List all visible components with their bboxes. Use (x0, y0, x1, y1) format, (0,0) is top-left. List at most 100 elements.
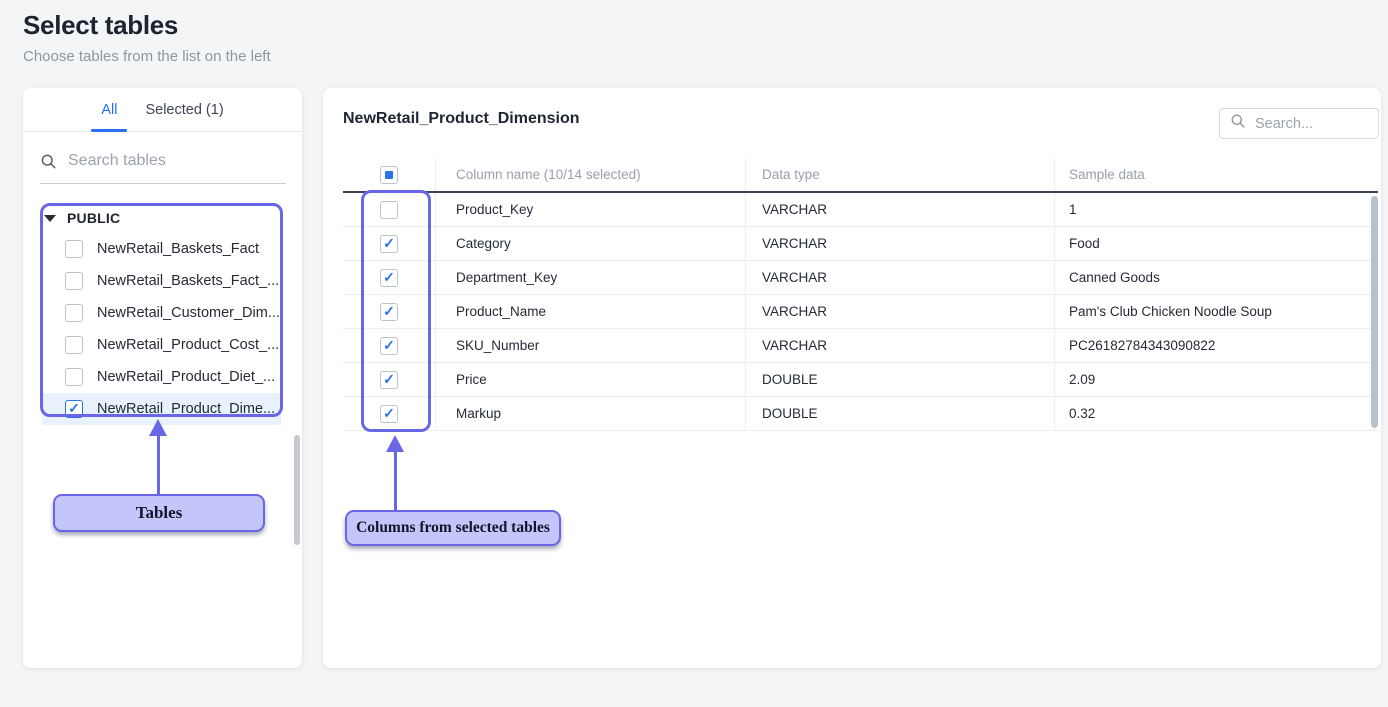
columns-annotation-arrow-line (394, 451, 397, 510)
column-row: ✓ Category VARCHAR Food (343, 227, 1378, 261)
column-row: ✓ Department_Key VARCHAR Canned Goods (343, 261, 1378, 295)
schema-row[interactable]: PUBLIC (23, 203, 302, 233)
column-sample-cell: Canned Goods (1054, 261, 1378, 294)
column-checkbox-cell: ✓ (343, 329, 435, 362)
column-name-cell: Product_Name (435, 295, 745, 328)
tables-annotation-text: Tables (136, 503, 183, 523)
columns-annotation-text: Columns from selected tables (356, 519, 550, 537)
table-checkbox[interactable]: ✓ (65, 304, 83, 322)
columns-table-scrollbar[interactable] (1371, 196, 1378, 428)
column-checkbox-cell: ✓ (343, 193, 435, 226)
tables-annotation-label: Tables (53, 494, 265, 532)
column-checkbox-cell: ✓ (343, 295, 435, 328)
column-name-cell: Category (435, 227, 745, 260)
caret-down-icon[interactable] (44, 215, 56, 222)
columns-table-body: ✓ Product_Key VARCHAR 1 ✓ Category VARCH… (343, 193, 1378, 431)
column-name-cell: Price (435, 363, 745, 396)
column-type-cell: VARCHAR (745, 193, 1054, 226)
column-name-cell: Product_Key (435, 193, 745, 226)
tables-tree: PUBLIC ✓ NewRetail_Baskets_Fact ✓ NewRet… (23, 203, 302, 425)
column-row: ✓ Price DOUBLE 2.09 (343, 363, 1378, 397)
column-checkbox[interactable]: ✓ (380, 371, 398, 389)
table-list-item[interactable]: ✓ NewRetail_Baskets_Fact_... (23, 265, 302, 297)
search-columns-placeholder: Search... (1255, 116, 1313, 132)
table-name: NewRetail_Baskets_Fact_... (97, 273, 279, 289)
columns-table-header: Column name (10/14 selected) Data type S… (343, 158, 1378, 193)
table-list-item[interactable]: ✓ NewRetail_Customer_Dim... (23, 297, 302, 329)
column-checkbox[interactable]: ✓ (380, 303, 398, 321)
column-sample-cell: 2.09 (1054, 363, 1378, 396)
column-row: ✓ SKU_Number VARCHAR PC26182784343090822 (343, 329, 1378, 363)
selected-table-title: NewRetail_Product_Dimension (343, 110, 580, 128)
tab-selected-label: Selected (1) (145, 102, 223, 118)
search-tables-input[interactable]: Search tables (40, 145, 286, 184)
table-checkbox[interactable]: ✓ (65, 272, 83, 290)
search-icon (40, 153, 57, 170)
table-checkbox[interactable]: ✓ (65, 240, 83, 258)
column-type-cell: VARCHAR (745, 329, 1054, 362)
column-row: ✓ Product_Name VARCHAR Pam's Club Chicke… (343, 295, 1378, 329)
column-type-cell: VARCHAR (745, 227, 1054, 260)
table-name: NewRetail_Product_Diet_... (97, 369, 275, 385)
tab-all-label: All (101, 102, 117, 118)
column-checkbox-cell: ✓ (343, 397, 435, 430)
page-header: Select tables Choose tables from the lis… (23, 10, 271, 65)
table-list-item[interactable]: ✓ NewRetail_Product_Cost_... (23, 329, 302, 361)
tab-all[interactable]: All (91, 88, 127, 131)
column-checkbox-cell: ✓ (343, 363, 435, 396)
schema-name: PUBLIC (67, 210, 120, 226)
column-row: ✓ Markup DOUBLE 0.32 (343, 397, 1378, 431)
columns-table: Column name (10/14 selected) Data type S… (343, 158, 1378, 431)
column-checkbox-cell: ✓ (343, 261, 435, 294)
columns-annotation-arrowhead-icon (386, 435, 404, 452)
column-checkbox[interactable]: ✓ (380, 337, 398, 355)
column-type-cell: VARCHAR (745, 261, 1054, 294)
column-checkbox-cell: ✓ (343, 227, 435, 260)
check-icon: ✓ (68, 401, 80, 415)
table-checkbox[interactable]: ✓ (65, 400, 83, 418)
check-icon: ✓ (383, 304, 395, 318)
columns-annotation-label: Columns from selected tables (345, 510, 561, 546)
tables-panel-tabs: All Selected (1) (23, 88, 302, 132)
tables-list: ✓ NewRetail_Baskets_Fact ✓ NewRetail_Bas… (23, 233, 302, 425)
check-icon: ✓ (383, 338, 395, 352)
tables-panel-scrollbar[interactable] (294, 435, 300, 545)
table-checkbox[interactable]: ✓ (65, 368, 83, 386)
columns-panel: NewRetail_Product_Dimension Search... Co… (323, 88, 1381, 668)
column-checkbox[interactable]: ✓ (380, 235, 398, 253)
column-sample-cell: Pam's Club Chicken Noodle Soup (1054, 295, 1378, 328)
column-sample-cell: PC26182784343090822 (1054, 329, 1378, 362)
header-checkbox-cell (343, 158, 435, 191)
tables-annotation-arrow-line (157, 435, 160, 494)
table-checkbox[interactable]: ✓ (65, 336, 83, 354)
table-name: NewRetail_Product_Cost_... (97, 337, 279, 353)
tables-panel: All Selected (1) Search tables PUBLIC ✓ … (23, 88, 302, 668)
column-type-cell: DOUBLE (745, 397, 1054, 430)
column-sample-cell: Food (1054, 227, 1378, 260)
column-sample-cell: 0.32 (1054, 397, 1378, 430)
column-name-cell: SKU_Number (435, 329, 745, 362)
table-name: NewRetail_Product_Dime... (97, 401, 275, 417)
tab-selected[interactable]: Selected (1) (135, 88, 233, 131)
table-list-item[interactable]: ✓ NewRetail_Baskets_Fact (23, 233, 302, 265)
column-name-cell: Department_Key (435, 261, 745, 294)
table-list-item[interactable]: ✓ NewRetail_Product_Diet_... (23, 361, 302, 393)
check-icon: ✓ (383, 236, 395, 250)
page-subtitle: Choose tables from the list on the left (23, 48, 271, 65)
page-title: Select tables (23, 10, 271, 41)
table-name: NewRetail_Customer_Dim... (97, 305, 280, 321)
select-all-checkbox[interactable] (380, 166, 398, 184)
header-sample-data: Sample data (1054, 158, 1378, 191)
header-data-type: Data type (745, 158, 1054, 191)
column-checkbox[interactable]: ✓ (380, 405, 398, 423)
check-icon: ✓ (383, 406, 395, 420)
column-checkbox[interactable]: ✓ (380, 269, 398, 287)
column-checkbox[interactable]: ✓ (380, 201, 398, 219)
column-sample-cell: 1 (1054, 193, 1378, 226)
search-columns-input[interactable]: Search... (1219, 108, 1379, 139)
column-type-cell: DOUBLE (745, 363, 1054, 396)
tables-annotation-arrowhead-icon (149, 419, 167, 436)
check-icon: ✓ (383, 372, 395, 386)
search-tables-placeholder: Search tables (68, 152, 166, 170)
search-icon (1230, 113, 1246, 134)
